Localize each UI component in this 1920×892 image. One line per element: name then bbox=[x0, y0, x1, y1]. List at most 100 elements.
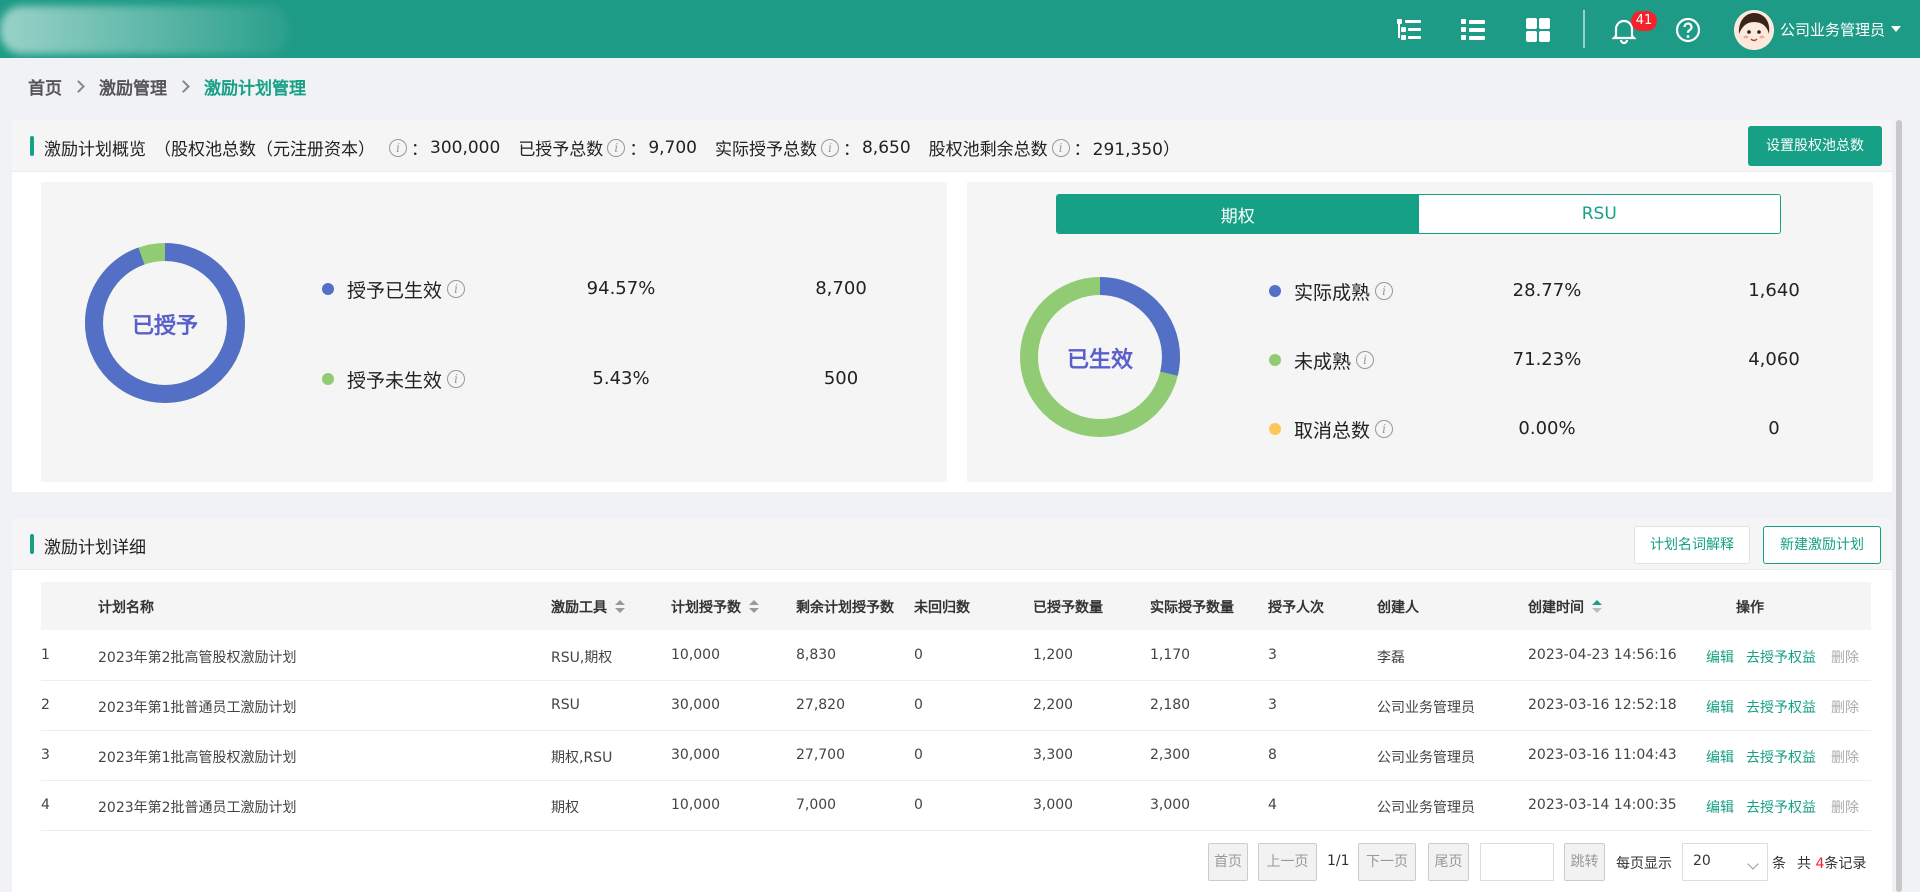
breadcrumb: 首页 激励管理 激励计划管理 bbox=[28, 74, 306, 99]
col-unreturned: 未回归数 bbox=[914, 600, 970, 616]
remaining: 8,830 bbox=[796, 647, 837, 663]
vertical-scrollbar[interactable] bbox=[1896, 120, 1902, 892]
legend-percent: 0.00% bbox=[1518, 418, 1576, 439]
topbar-divider bbox=[1583, 10, 1585, 48]
actual-value: 8,650 bbox=[861, 137, 911, 158]
plan-name: 2023年第2批普通员工激励计划 bbox=[98, 800, 297, 816]
grant-link[interactable]: 去授予权益 bbox=[1746, 747, 1816, 767]
first-page-button[interactable]: 首页 bbox=[1208, 843, 1248, 881]
info-icon[interactable]: i bbox=[1356, 351, 1375, 369]
remaining: 27,820 bbox=[796, 697, 845, 713]
delete-link[interactable]: 删除 bbox=[1831, 747, 1859, 767]
legend-value: 0 bbox=[1768, 418, 1780, 439]
edit-link[interactable]: 编辑 bbox=[1706, 747, 1734, 767]
grant-link[interactable]: 去授予权益 bbox=[1746, 647, 1816, 667]
grid-icon[interactable] bbox=[1524, 16, 1552, 44]
table-row: 1 2023年第2批高管股权激励计划 RSU,期权 10,000 8,830 0… bbox=[41, 631, 1871, 681]
tree-list-icon[interactable] bbox=[1395, 16, 1423, 44]
created-time: 2023-03-16 11:04:43 bbox=[1528, 747, 1677, 763]
per-page-select[interactable]: 20 bbox=[1682, 843, 1768, 881]
info-icon[interactable]: i bbox=[1375, 282, 1394, 300]
row-number: 2 bbox=[41, 697, 50, 713]
planned: 30,000 bbox=[671, 747, 720, 763]
legend-label: 授予未生效 bbox=[347, 369, 443, 392]
legend-label: 取消总数 bbox=[1294, 419, 1371, 442]
legend-not-mature: 未成熟 i bbox=[1269, 345, 1378, 375]
user-menu-caret-icon[interactable] bbox=[1891, 26, 1901, 32]
breadcrumb-incentive-management[interactable]: 激励管理 bbox=[99, 74, 167, 99]
unreturned: 0 bbox=[914, 647, 923, 663]
sort-icon[interactable] bbox=[749, 600, 759, 614]
top-bar: 41 公司业务管理员 bbox=[0, 0, 1920, 58]
glossary-button[interactable]: 计划名词解释 bbox=[1634, 526, 1750, 564]
info-icon[interactable]: i bbox=[820, 138, 839, 157]
total-suffix: 条记录 bbox=[1824, 856, 1867, 872]
overview-title: 激励计划概览 bbox=[44, 140, 146, 160]
row-number: 4 bbox=[41, 797, 50, 813]
chevron-right-icon bbox=[72, 79, 85, 93]
info-icon[interactable]: i bbox=[447, 280, 466, 298]
edit-link[interactable]: 编辑 bbox=[1706, 647, 1734, 667]
info-icon[interactable]: i bbox=[447, 370, 466, 388]
help-icon[interactable] bbox=[1674, 16, 1702, 44]
grant-link[interactable]: 去授予权益 bbox=[1746, 697, 1816, 717]
legend-granted-effective: 授予已生效 i bbox=[322, 274, 469, 304]
list-icon[interactable] bbox=[1459, 16, 1487, 44]
col-created-time[interactable]: 创建时间 bbox=[1528, 597, 1602, 617]
created-time: 2023-03-16 12:52:18 bbox=[1528, 697, 1677, 713]
set-pool-button[interactable]: 设置股权池总数 bbox=[1748, 126, 1882, 166]
legend-label: 未成熟 bbox=[1294, 350, 1352, 373]
legend-percent: 94.57% bbox=[586, 278, 656, 299]
next-page-button[interactable]: 下一页 bbox=[1358, 843, 1416, 881]
avatar[interactable] bbox=[1734, 10, 1774, 50]
creator: 李磊 bbox=[1377, 650, 1405, 666]
unreturned: 0 bbox=[914, 797, 923, 813]
overview-header: 激励计划概览 （股权池总数（元注册资本） i ： 300,000 已授予总数 i… bbox=[12, 120, 1892, 172]
info-icon[interactable]: i bbox=[1375, 420, 1394, 438]
overview-card: 激励计划概览 （股权池总数（元注册资本） i ： 300,000 已授予总数 i… bbox=[12, 120, 1892, 492]
per-page-label: 每页显示 bbox=[1616, 856, 1672, 872]
times: 8 bbox=[1268, 747, 1277, 763]
col-tool[interactable]: 激励工具 bbox=[551, 597, 625, 617]
granted: 3,300 bbox=[1033, 747, 1074, 763]
delete-link[interactable]: 删除 bbox=[1831, 647, 1859, 667]
legend-dot bbox=[1269, 354, 1281, 366]
remaining: 27,700 bbox=[796, 747, 845, 763]
per-page-value: 20 bbox=[1693, 853, 1711, 869]
tool: 期权 bbox=[551, 800, 579, 816]
sort-icon[interactable] bbox=[615, 600, 625, 614]
col-granted: 已授予数量 bbox=[1033, 600, 1103, 616]
jump-button[interactable]: 跳转 bbox=[1564, 843, 1605, 881]
tab-option[interactable]: 期权 bbox=[1057, 195, 1419, 233]
user-name[interactable]: 公司业务管理员 bbox=[1780, 19, 1885, 40]
plan-name: 2023年第1批普通员工激励计划 bbox=[98, 700, 297, 716]
last-page-button[interactable]: 尾页 bbox=[1428, 843, 1469, 881]
info-icon[interactable]: i bbox=[607, 138, 626, 157]
legend-percent: 71.23% bbox=[1512, 349, 1582, 370]
actual: 2,180 bbox=[1150, 697, 1191, 713]
delete-link[interactable]: 删除 bbox=[1831, 797, 1859, 817]
info-icon[interactable]: i bbox=[389, 138, 407, 157]
created-time: 2023-04-23 14:56:16 bbox=[1528, 647, 1677, 663]
details-title: 激励计划详细 bbox=[44, 538, 146, 558]
info-icon[interactable]: i bbox=[1051, 138, 1070, 157]
new-plan-button[interactable]: 新建激励计划 bbox=[1763, 526, 1881, 564]
edit-link[interactable]: 编辑 bbox=[1706, 797, 1734, 817]
delete-link[interactable]: 删除 bbox=[1831, 697, 1859, 717]
times: 3 bbox=[1268, 647, 1277, 663]
creator: 公司业务管理员 bbox=[1377, 750, 1475, 766]
colon: ： bbox=[629, 140, 647, 160]
breadcrumb-home[interactable]: 首页 bbox=[28, 74, 62, 99]
colon: ： bbox=[1073, 140, 1091, 160]
col-planned[interactable]: 计划授予数 bbox=[671, 597, 759, 617]
row-number: 1 bbox=[41, 647, 50, 663]
header-accent-bar bbox=[30, 136, 34, 156]
tab-rsu[interactable]: RSU bbox=[1418, 195, 1780, 233]
created-time: 2023-03-14 14:00:35 bbox=[1528, 797, 1677, 813]
sort-icon[interactable] bbox=[1592, 600, 1602, 614]
prev-page-button[interactable]: 上一页 bbox=[1258, 843, 1317, 881]
tool: RSU,期权 bbox=[551, 650, 613, 666]
grant-link[interactable]: 去授予权益 bbox=[1746, 797, 1816, 817]
page-jump-input[interactable] bbox=[1480, 843, 1554, 881]
edit-link[interactable]: 编辑 bbox=[1706, 697, 1734, 717]
